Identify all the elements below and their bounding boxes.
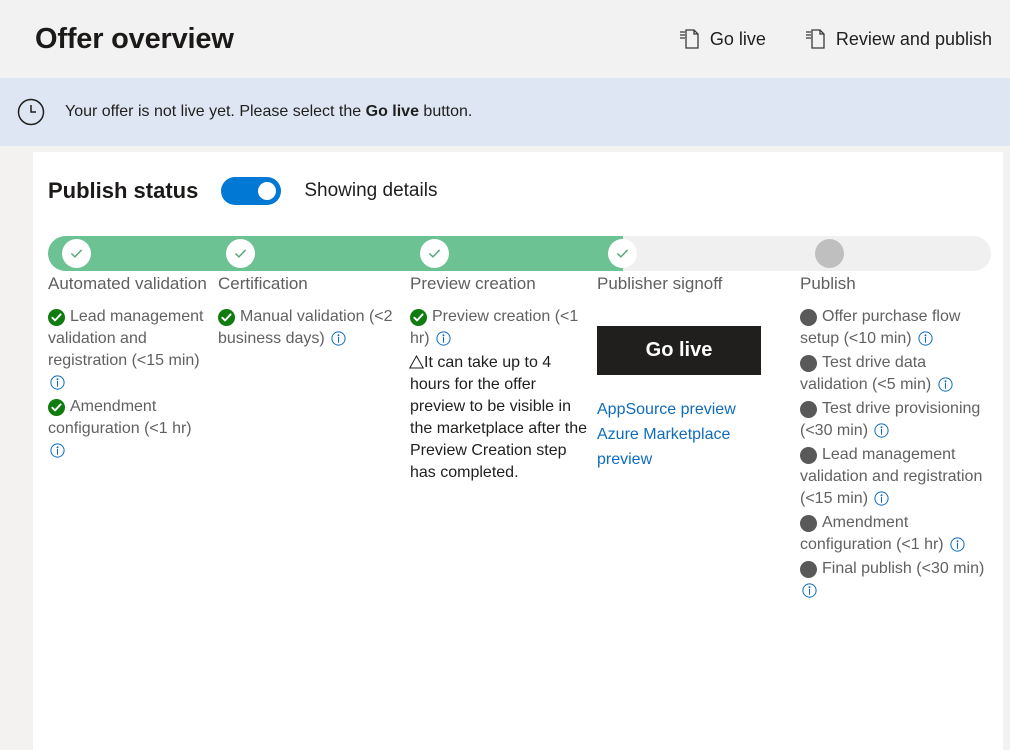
check-circle-icon [410,309,427,326]
preview-link[interactable]: Azure Marketplace preview [597,422,787,472]
check-icon [615,246,630,261]
review-and-publish-command[interactable]: Review and publish [806,28,992,50]
info-icon[interactable] [331,331,346,346]
review-and-publish-command-label: Review and publish [836,29,992,50]
warning-note: It can take up to 4 hours for the offer … [410,352,590,484]
info-icon[interactable] [50,375,65,390]
pending-dot-icon [800,561,817,578]
check-icon [427,246,442,261]
showing-details-label: Showing details [304,180,437,202]
info-icon[interactable] [802,583,817,598]
step-column-title: Preview creation [410,271,590,296]
progress-node-publish[interactable] [815,239,844,268]
task-item: Amendment configuration (<1 hr) [800,512,990,556]
task-label: Offer purchase flow setup (<10 min) [800,308,960,347]
task-label: Amendment configuration (<1 hr) [48,398,192,437]
task-item: Final publish (<30 min) [800,558,990,602]
preview-link[interactable]: AppSource preview [597,397,787,422]
page-title: Offer overview [35,23,234,56]
step-column-preview-creation: Preview creation Preview creation (<1 hr)… [410,271,590,484]
task-item: Preview creation (<1 hr) [410,306,590,350]
warning-triangle-icon [409,355,424,369]
task-label: Manual validation (<2 business days) [218,308,393,347]
notification-text-bold: Go live [366,103,419,120]
pending-dot-icon [800,447,817,464]
progress-node-automated-validation[interactable] [62,239,91,268]
card-right-gutter [1003,146,1010,750]
task-item: Amendment configuration (<1 hr) [48,396,213,462]
progress-node-publisher-signoff[interactable] [608,239,637,268]
task-item: Lead management validation and registrat… [800,444,990,510]
step-column-title: Automated validation [48,271,213,296]
preview-links: AppSource previewAzure Marketplace previ… [597,397,787,472]
info-icon[interactable] [938,377,953,392]
status-notification-bar: Your offer is not live yet. Please selec… [0,78,1010,146]
check-circle-icon [48,399,65,416]
check-icon [233,246,248,261]
go-live-button[interactable]: Go live [597,326,761,375]
step-column-title: Publisher signoff [597,271,787,296]
task-item: Manual validation (<2 business days) [218,306,403,350]
go-live-command[interactable]: Go live [680,28,766,50]
info-icon[interactable] [874,423,889,438]
task-label: Test drive provisioning (<30 min) [800,400,980,439]
publish-page-icon [680,28,700,50]
pending-dot-icon [800,309,817,326]
notification-text-after: button. [419,103,472,120]
header-actions: Go live Review and publish [680,28,998,50]
publish-status-header: Publish status Showing details [33,177,1003,205]
pending-dot-icon [800,515,817,532]
pending-dot-icon [800,401,817,418]
publish-status-title: Publish status [48,178,198,204]
publish-progress-fill [48,236,623,271]
step-column-publisher-signoff: Publisher signoff Go live AppSource previe… [597,271,787,472]
task-item: Test drive provisioning (<30 min) [800,398,990,442]
info-icon[interactable] [874,491,889,506]
page-header: Offer overview Go live Review and publ [0,0,1010,78]
check-icon [69,246,84,261]
task-item: Offer purchase flow setup (<10 min) [800,306,990,350]
progress-node-preview-creation[interactable] [420,239,449,268]
step-column-automated-validation: Automated validation Lead management vali… [48,271,213,464]
info-icon[interactable] [50,443,65,458]
info-icon[interactable] [918,331,933,346]
task-label: Lead management validation and registrat… [48,308,203,369]
pending-dot-icon [800,355,817,372]
step-column-certification: Certification Manual validation (<2 busin… [218,271,403,352]
notification-text-before: Your offer is not live yet. Please selec… [65,103,366,120]
showing-details-toggle[interactable] [221,177,281,205]
notification-message: Your offer is not live yet. Please selec… [65,103,472,121]
task-item: Test drive data validation (<5 min) [800,352,990,396]
step-column-title: Certification [218,271,403,296]
go-live-command-label: Go live [710,29,766,50]
info-icon[interactable] [950,537,965,552]
progress-node-certification[interactable] [226,239,255,268]
task-label: Final publish (<30 min) [822,560,984,577]
info-icon[interactable] [436,331,451,346]
task-item: Lead management validation and registrat… [48,306,213,394]
publish-page-icon [806,28,826,50]
task-label: Amendment configuration (<1 hr) [800,514,944,553]
step-column-publish: Publish Offer purchase flow setup (<10 mi… [800,271,990,604]
clock-icon [16,97,46,127]
check-circle-icon [218,309,235,326]
task-label: Lead management validation and registrat… [800,446,982,507]
warning-note-text: It can take up to 4 hours for the offer … [410,354,587,481]
publish-status-card: Publish status Showing details Automated… [33,152,1003,750]
publish-status-card-wrapper: Publish status Showing details Automated… [0,146,1010,750]
publish-progress-bar [48,236,991,271]
check-circle-icon [48,309,65,326]
step-column-title: Publish [800,271,990,296]
task-label: Test drive data validation (<5 min) [800,354,931,393]
